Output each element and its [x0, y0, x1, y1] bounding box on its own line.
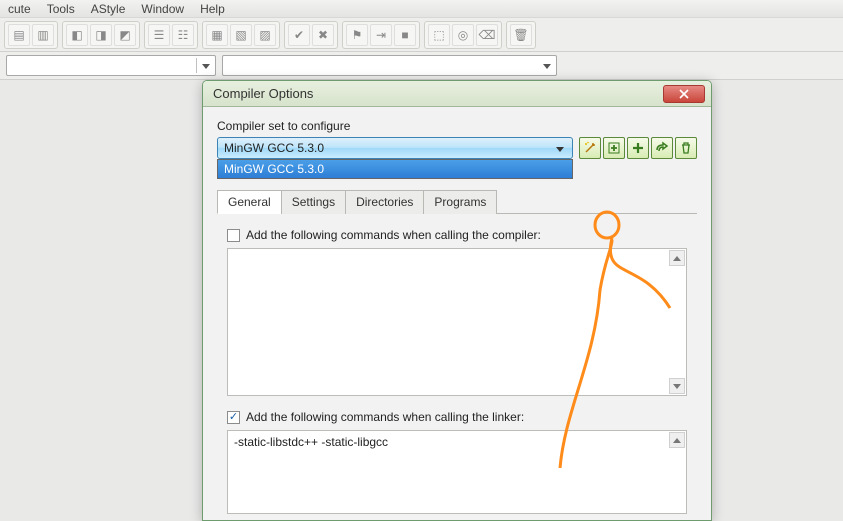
compiler-set-combo[interactable]: MinGW GCC 5.3.0 — [217, 137, 573, 159]
rename-button[interactable] — [651, 137, 673, 159]
tool-debug-icon[interactable]: ⚑ — [346, 24, 368, 46]
file-combo[interactable] — [222, 55, 557, 76]
compiler-cmds-label: Add the following commands when calling … — [246, 228, 541, 242]
compiler-set-dropdown-item[interactable]: MinGW GCC 5.3.0 — [217, 159, 573, 179]
tool-search-icon[interactable]: ☷ — [172, 24, 194, 46]
combo-value: MinGW GCC 5.3.0 — [224, 141, 324, 155]
main-toolbar: ▤ ▥ ◧ ◨ ◩ ☰ ☷ ▦ ▧ ▨ ✔ ✖ ⚑ ⇥ ■ ⬚ ◎ ⌫ 🗑 — [0, 18, 843, 52]
secondary-toolbar — [0, 52, 843, 80]
tool-rebuild-icon[interactable]: ▨ — [254, 24, 276, 46]
plus-icon — [631, 141, 645, 155]
autodetect-button[interactable] — [579, 137, 601, 159]
compiler-options-dialog: Compiler Options Compiler set to configu… — [202, 80, 712, 521]
menu-item[interactable]: cute — [0, 1, 39, 17]
project-combo[interactable] — [6, 55, 216, 76]
tool-compile-icon[interactable]: ▦ — [206, 24, 228, 46]
tab-panel-general: Add the following commands when calling … — [217, 214, 697, 521]
linker-cmds-checkbox[interactable] — [227, 411, 240, 424]
scroll-down-icon[interactable] — [669, 378, 685, 394]
tool-delete-prof-icon[interactable]: ⌫ — [476, 24, 498, 46]
close-button[interactable] — [663, 85, 705, 103]
tool-uncomment-icon[interactable]: ▥ — [32, 24, 54, 46]
tool-step-icon[interactable]: ⇥ — [370, 24, 392, 46]
config-label: Compiler set to configure — [217, 119, 697, 133]
trash-icon — [679, 141, 693, 155]
menu-item[interactable]: Help — [192, 1, 233, 17]
menu-item[interactable]: AStyle — [83, 1, 134, 17]
tool-bookmark-prev-icon[interactable]: ◩ — [114, 24, 136, 46]
scroll-up-icon[interactable] — [669, 250, 685, 266]
linker-cmds-textarea[interactable]: -static-libstdc++ -static-libgcc — [227, 430, 687, 514]
scroll-up-icon[interactable] — [669, 432, 685, 448]
compiler-cmds-checkbox[interactable] — [227, 229, 240, 242]
close-icon — [679, 89, 689, 99]
menu-item[interactable]: Window — [133, 1, 192, 17]
tool-bookmark-icon[interactable]: ◧ — [66, 24, 88, 46]
tool-check-icon[interactable]: ✔ — [288, 24, 310, 46]
tool-goto-icon[interactable]: ☰ — [148, 24, 170, 46]
tool-cancel-icon[interactable]: ✖ — [312, 24, 334, 46]
add-copy-button[interactable] — [627, 137, 649, 159]
tab-programs[interactable]: Programs — [423, 190, 497, 214]
compiler-cmds-textarea[interactable] — [227, 248, 687, 396]
linker-cmds-label: Add the following commands when calling … — [246, 410, 524, 424]
tab-general[interactable]: General — [217, 190, 282, 214]
tool-new-class-icon[interactable]: ⬚ — [428, 24, 450, 46]
tool-stop-icon[interactable]: ■ — [394, 24, 416, 46]
tab-strip: General Settings Directories Programs — [217, 189, 697, 214]
menu-item[interactable]: Tools — [39, 1, 83, 17]
tool-profile-icon[interactable]: ◎ — [452, 24, 474, 46]
wand-icon — [583, 141, 597, 155]
tool-trash-icon[interactable]: 🗑 — [510, 24, 532, 46]
dialog-title: Compiler Options — [213, 86, 663, 101]
plus-block-icon — [607, 141, 621, 155]
tab-directories[interactable]: Directories — [345, 190, 424, 214]
tab-settings[interactable]: Settings — [281, 190, 346, 214]
tool-run-icon[interactable]: ▧ — [230, 24, 252, 46]
add-empty-button[interactable] — [603, 137, 625, 159]
main-menubar: cute Tools AStyle Window Help — [0, 0, 843, 18]
rename-arrow-icon — [655, 141, 669, 155]
tool-bookmark-next-icon[interactable]: ◨ — [90, 24, 112, 46]
tool-comment-icon[interactable]: ▤ — [8, 24, 30, 46]
dialog-titlebar: Compiler Options — [203, 81, 711, 107]
delete-button[interactable] — [675, 137, 697, 159]
